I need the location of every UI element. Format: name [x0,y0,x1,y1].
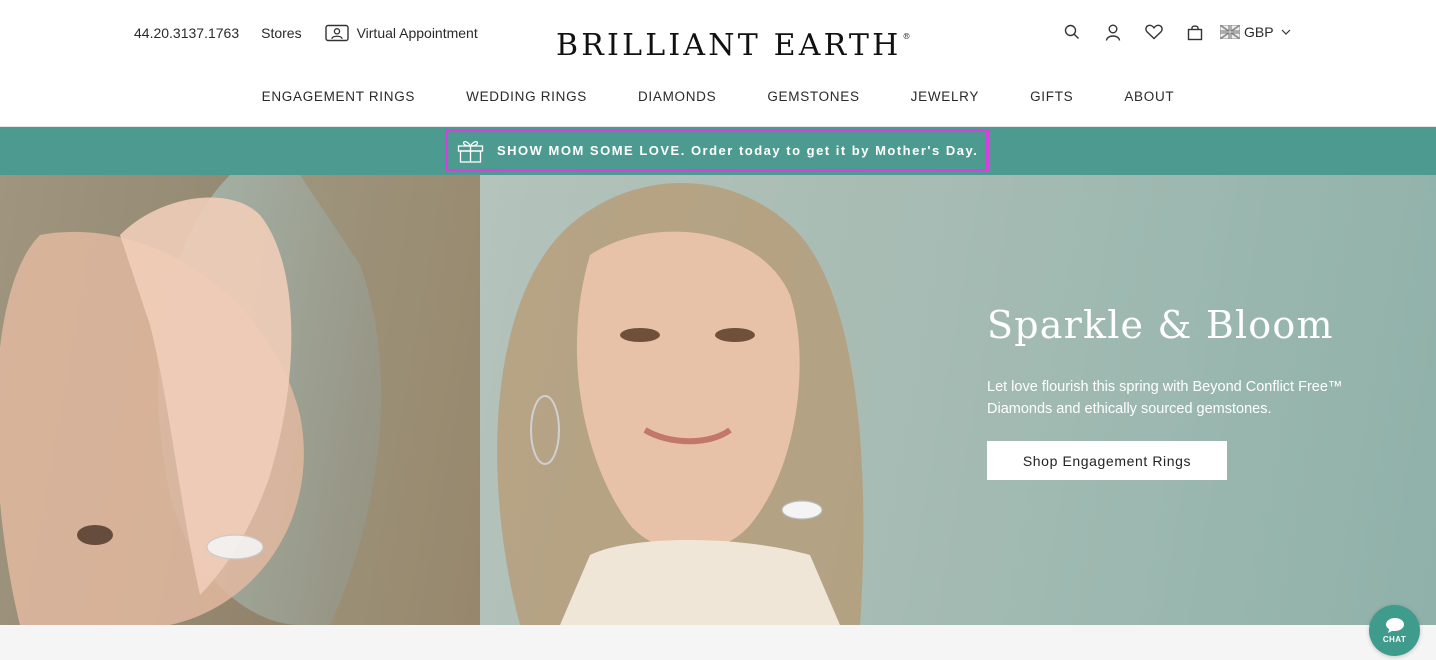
site-header: 44.20.3137.1763 Stores Virtual Appointme… [0,0,1436,127]
nav-jewelry[interactable]: JEWELRY [911,89,979,104]
bag-icon[interactable] [1185,22,1205,42]
uk-flag-icon [1220,25,1240,39]
header-actions: GBP [1062,22,1291,42]
virtual-appointment-label: Virtual Appointment [356,25,478,41]
main-navigation: ENGAGEMENT RINGS WEDDING RINGS DIAMONDS … [0,89,1436,104]
currency-selector[interactable]: GBP [1220,24,1291,40]
chat-button[interactable]: CHAT [1369,605,1420,656]
utility-links: 44.20.3137.1763 Stores Virtual Appointme… [134,24,478,42]
stores-link[interactable]: Stores [261,25,301,41]
brand-logo-text: BRILLIANT EARTH [556,28,902,63]
nav-engagement-rings[interactable]: ENGAGEMENT RINGS [262,89,415,104]
gift-icon [457,140,484,163]
nav-gemstones[interactable]: GEMSTONES [767,89,859,104]
chat-label: CHAT [1382,635,1407,644]
hero-title-overlay: Sparkle & Bloom [987,303,1334,347]
currency-label: GBP [1244,24,1274,40]
hero-subtitle: Let love flourish this spring with Beyon… [987,379,1343,417]
nav-diamonds[interactable]: DIAMONDS [638,89,716,104]
promo-text: SHOW MOM SOME LOVE. Order today to get i… [497,143,979,158]
shop-engagement-rings-button[interactable]: Shop Engagement Rings [987,441,1227,480]
virtual-appointment-link[interactable]: Virtual Appointment [324,24,478,42]
account-icon[interactable] [1103,22,1123,42]
promo-banner: SHOW MOM SOME LOVE. Order today to get i… [0,127,1436,175]
hero-image-left [0,175,480,625]
heart-icon[interactable] [1144,22,1164,42]
brand-logo[interactable]: BRILLIANT EARTH® [556,28,910,63]
video-call-icon [324,24,349,42]
chevron-down-icon [1281,29,1291,35]
nav-wedding-rings[interactable]: WEDDING RINGS [466,89,587,104]
registered-mark: ® [902,32,911,41]
content-below-hero [0,625,1436,660]
nav-about[interactable]: ABOUT [1124,89,1174,104]
promo-highlight[interactable]: SHOW MOM SOME LOVE. Order today to get i… [445,129,989,172]
nav-gifts[interactable]: GIFTS [1030,89,1073,104]
chat-bubble-icon [1385,618,1404,633]
search-icon[interactable] [1062,22,1082,42]
phone-link[interactable]: 44.20.3137.1763 [134,25,239,41]
